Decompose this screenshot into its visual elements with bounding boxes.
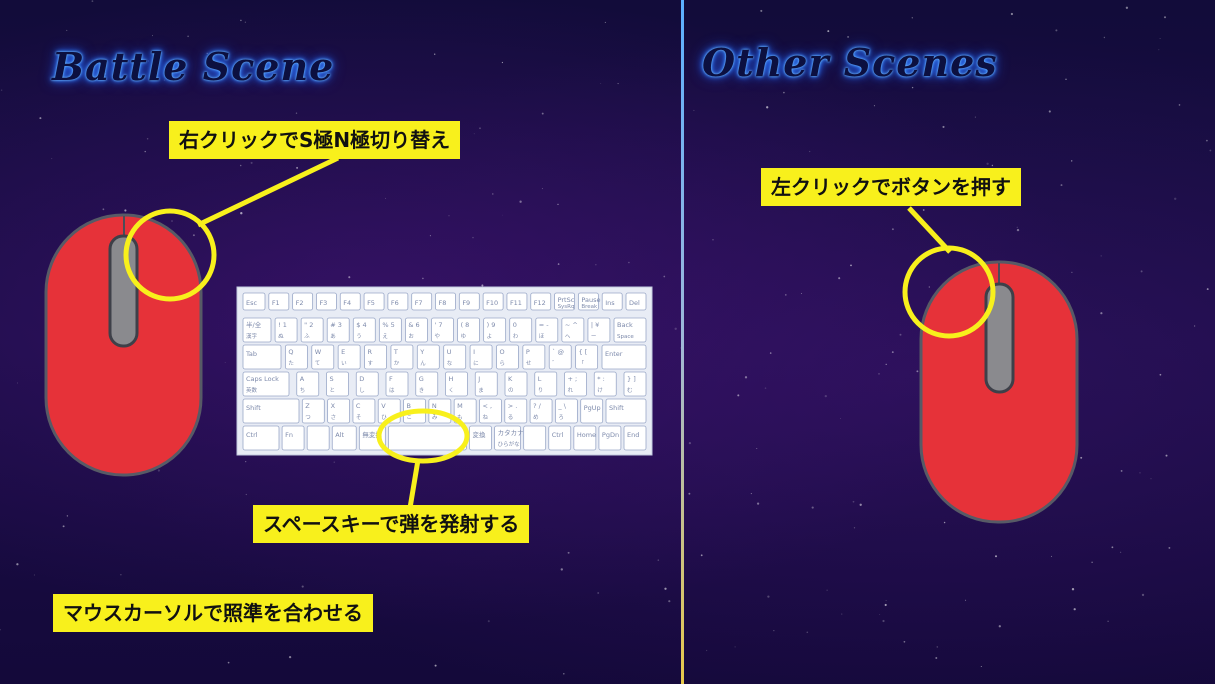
left-click-highlight-ring bbox=[902, 245, 996, 339]
right-click-label: 右クリックでS極N極切り替え bbox=[169, 121, 461, 159]
slide: Battle Scene Other Scenes Esc F1 F2 F3 F4 F5 F… bbox=[0, 0, 1215, 684]
left-click-callout-line bbox=[907, 206, 952, 254]
right-click-highlight-ring bbox=[123, 208, 217, 302]
cursor-aim-label: マウスカーソルで照準を合わせる bbox=[53, 594, 373, 632]
right-click-callout-line bbox=[196, 155, 340, 228]
left-click-label: 左クリックでボタンを押す bbox=[761, 168, 1021, 206]
callout-layer bbox=[123, 155, 996, 509]
space-key-label: スペースキーで弾を発射する bbox=[253, 505, 530, 543]
space-key-highlight-ring bbox=[376, 408, 470, 464]
space-key-callout-line bbox=[407, 459, 421, 509]
